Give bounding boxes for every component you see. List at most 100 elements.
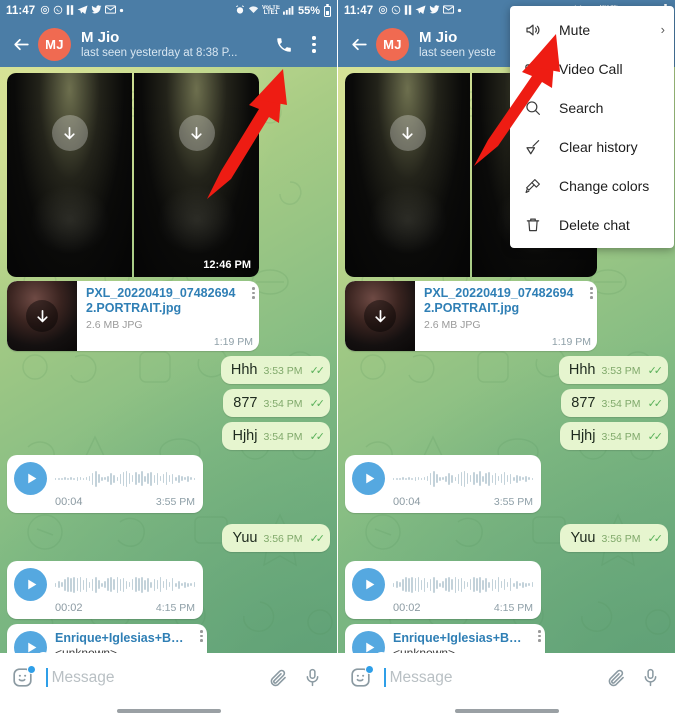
- home-gesture-pill[interactable]: [454, 709, 559, 713]
- message-text: Hhh: [568, 362, 596, 378]
- file-size: 2.6 MB JPG: [424, 319, 481, 331]
- download-arrow-icon[interactable]: [389, 115, 426, 151]
- read-receipt-icon: ✓✓: [309, 533, 326, 545]
- text-message-bubble[interactable]: 877 3:54 PM ✓✓: [561, 389, 668, 417]
- voice-message[interactable]: 00:04 3:55 PM: [7, 455, 203, 513]
- search-input-wrapper[interactable]: Message: [46, 668, 257, 687]
- paperclip-icon[interactable]: [265, 665, 291, 691]
- emoji-smiley-icon[interactable]: [350, 665, 374, 688]
- text-message-bubble[interactable]: Yuu 3:56 PM ✓✓: [560, 524, 668, 552]
- message-input[interactable]: Message: [390, 669, 453, 687]
- three-dots-icon: [312, 36, 316, 53]
- voice-duration: 00:02: [55, 602, 83, 614]
- text-message-bubble[interactable]: Hjhj 3:54 PM ✓✓: [560, 422, 668, 450]
- trash-icon: [522, 214, 544, 236]
- back-button[interactable]: [344, 35, 374, 54]
- emoji-badge: [365, 665, 374, 674]
- download-arrow-icon[interactable]: [51, 115, 88, 151]
- menu-item-mute[interactable]: Mute ›: [510, 10, 674, 49]
- message-text: Hhh: [230, 362, 258, 378]
- media-thumbnail[interactable]: [345, 73, 470, 277]
- whatsapp-icon: [53, 5, 63, 18]
- menu-item-delete-chat[interactable]: Delete chat: [510, 205, 674, 244]
- waveform[interactable]: [55, 470, 195, 488]
- media-group-message[interactable]: 12:46 PM: [7, 73, 259, 277]
- menu-item-change-colors[interactable]: Change colors: [510, 166, 674, 205]
- message-input[interactable]: Message: [52, 669, 115, 687]
- microphone-icon[interactable]: [637, 665, 663, 691]
- phone-screen-left: 11:47 VoLTE LTE1 55% MJ M Jio last seen …: [0, 0, 337, 720]
- file-details: PXL_20220419_074826942.PORTRAIT.jpg 2.6 …: [77, 281, 259, 351]
- three-dots-icon[interactable]: [538, 630, 541, 642]
- search-input-wrapper[interactable]: Message: [384, 668, 595, 687]
- call-button[interactable]: [269, 25, 299, 65]
- paperclip-icon[interactable]: [603, 665, 629, 691]
- message-composer: Message: [338, 653, 675, 720]
- menu-item-clear-history[interactable]: Clear history: [510, 127, 674, 166]
- file-thumbnail[interactable]: [7, 281, 77, 351]
- file-name: PXL_20220419_074826942.PORTRAIT.jpg: [424, 286, 574, 315]
- text-message-bubble[interactable]: Yuu 3:56 PM ✓✓: [222, 524, 330, 552]
- text-message-bubble[interactable]: Hjhj 3:54 PM ✓✓: [222, 422, 330, 450]
- back-button[interactable]: [6, 35, 36, 54]
- message-timestamp: 3:56 PM: [601, 533, 641, 545]
- voice-message[interactable]: 00:04 3:55 PM: [345, 455, 541, 513]
- play-icon[interactable]: [352, 568, 385, 601]
- file-message[interactable]: PXL_20220419_074826942.PORTRAIT.jpg 2.6 …: [7, 281, 259, 351]
- audio-title: Enrique+Iglesias+Bai...: [393, 631, 530, 645]
- avatar[interactable]: MJ: [376, 28, 409, 61]
- chat-header-info[interactable]: M Jio last seen yesterday at 8:38 P...: [81, 29, 269, 60]
- read-receipt-icon: ✓✓: [309, 431, 326, 443]
- alarm-icon: [235, 4, 245, 18]
- three-dots-icon[interactable]: [590, 287, 593, 299]
- file-message[interactable]: PXL_20220419_074826942.PORTRAIT.jpg 2.6 …: [345, 281, 597, 351]
- voice-message-top: [14, 462, 195, 495]
- system-navigation-bar: [338, 702, 675, 720]
- three-dots-icon[interactable]: [252, 287, 255, 299]
- voice-message-bottom: 00:04 3:55 PM: [352, 496, 533, 508]
- message-timestamp: 3:54 PM: [263, 431, 303, 443]
- download-arrow-icon[interactable]: [26, 300, 58, 332]
- signal-icon: [282, 5, 294, 18]
- file-thumbnail[interactable]: [345, 281, 415, 351]
- menu-item-search[interactable]: Search: [510, 88, 674, 127]
- play-icon[interactable]: [352, 462, 385, 495]
- play-icon[interactable]: [14, 568, 47, 601]
- download-arrow-icon[interactable]: [364, 300, 396, 332]
- avatar[interactable]: MJ: [38, 28, 71, 61]
- file-details: PXL_20220419_074826942.PORTRAIT.jpg 2.6 …: [415, 281, 597, 351]
- voice-message[interactable]: 00:02 4:15 PM: [345, 561, 541, 619]
- voice-message[interactable]: 00:02 4:15 PM: [7, 561, 203, 619]
- message-timestamp: 3:54 PM: [601, 398, 641, 410]
- page-title: M Jio: [81, 29, 120, 46]
- media-thumbnail[interactable]: 12:46 PM: [134, 73, 259, 277]
- message-row: 877 3:54 PM ✓✓: [345, 389, 668, 417]
- back-arrow-icon: [351, 38, 367, 51]
- overflow-menu-button[interactable]: [299, 25, 329, 65]
- message-row: Hhh 3:53 PM ✓✓: [7, 356, 330, 384]
- text-message-bubble[interactable]: Hhh 3:53 PM ✓✓: [220, 356, 330, 384]
- waveform[interactable]: [55, 576, 195, 594]
- file-name: PXL_20220419_074826942.PORTRAIT.jpg: [86, 286, 236, 315]
- home-gesture-pill[interactable]: [116, 709, 221, 713]
- text-message-bubble[interactable]: 877 3:54 PM ✓✓: [223, 389, 330, 417]
- message-text: 877: [233, 395, 258, 411]
- microphone-icon[interactable]: [299, 665, 325, 691]
- media-thumbnail[interactable]: [7, 73, 132, 277]
- three-dots-icon[interactable]: [200, 630, 203, 642]
- overflow-menu-popup[interactable]: Mute › Video Call Search Clear history C…: [510, 6, 674, 248]
- emoji-smiley-icon[interactable]: [12, 665, 36, 688]
- at-icon: [378, 5, 388, 18]
- play-icon[interactable]: [14, 462, 47, 495]
- download-arrow-icon[interactable]: [178, 115, 215, 151]
- waveform[interactable]: [393, 470, 533, 488]
- pause-icon: [404, 4, 412, 18]
- read-receipt-icon: ✓✓: [309, 365, 326, 377]
- messages-list: 12:46 PM PXL_20220419_074826942.PORTRAIT…: [0, 67, 337, 720]
- text-message-bubble[interactable]: Hhh 3:53 PM ✓✓: [558, 356, 668, 384]
- message-timestamp: 3:53 PM: [601, 365, 641, 377]
- telegram-icon: [415, 4, 426, 18]
- status-bar-system-icons: VoLTELTE1 55%: [235, 3, 331, 18]
- waveform[interactable]: [393, 576, 533, 594]
- menu-item-video-call[interactable]: Video Call: [510, 49, 674, 88]
